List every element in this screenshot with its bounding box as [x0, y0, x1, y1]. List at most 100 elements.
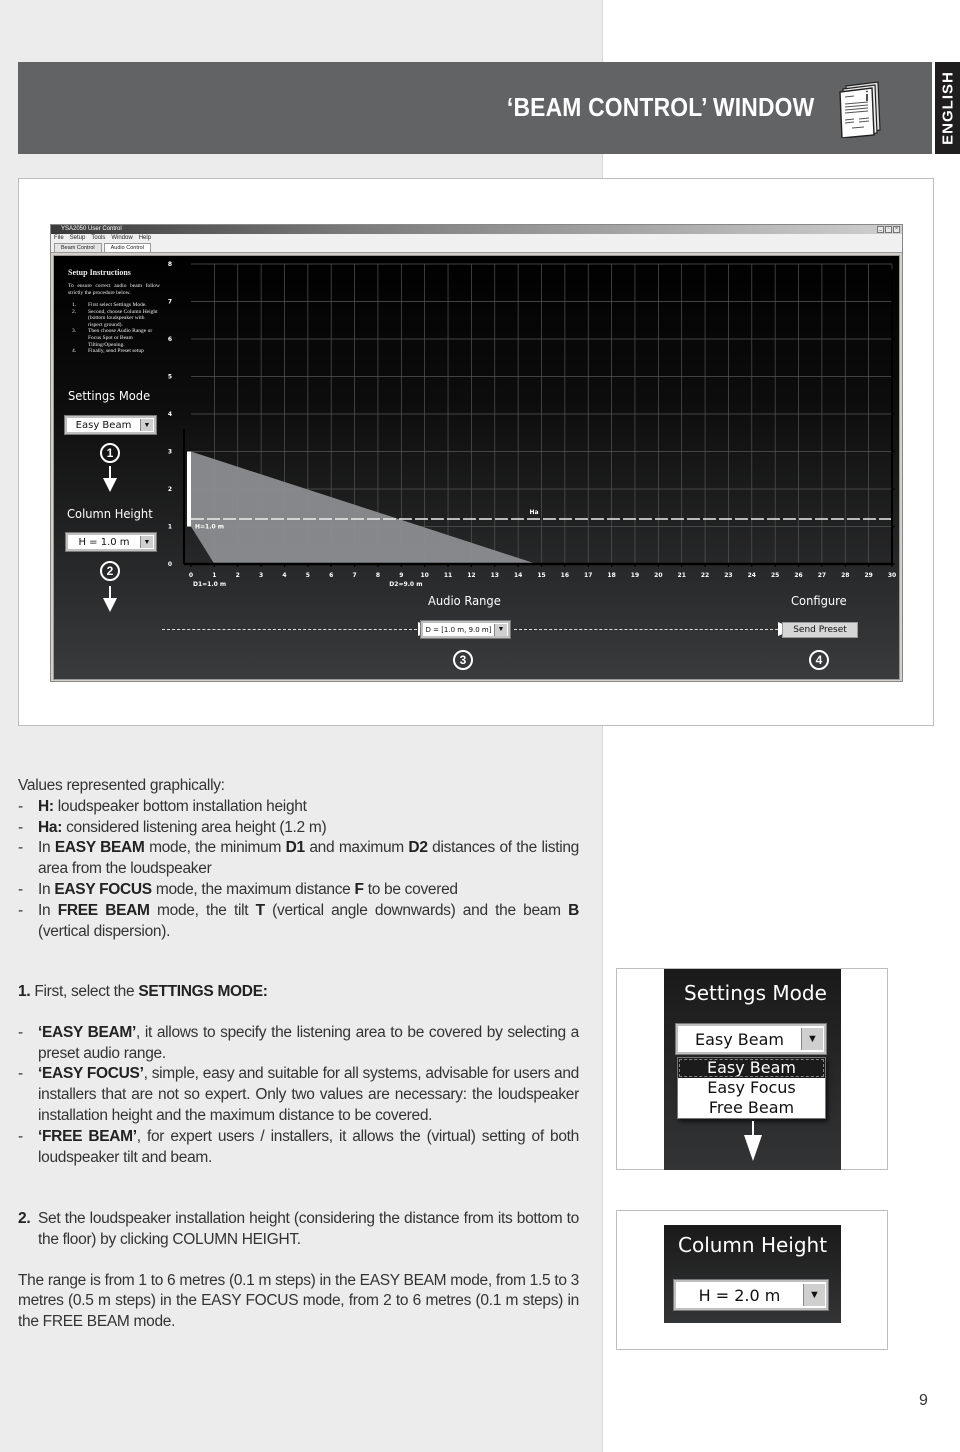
- menu-bar: File Setup Tools Window Help: [51, 234, 902, 243]
- configure-label: Configure: [791, 593, 847, 608]
- tab-bar: Beam Control Audio Control: [51, 243, 902, 253]
- step-2-section: 2. Set the loudspeaker installation heig…: [18, 1209, 579, 1333]
- y-tick-label-left: 3: [168, 449, 172, 456]
- audio-range-value: D = [1.0 m, 9.0 m]: [425, 625, 492, 634]
- flow-connector: [162, 629, 417, 630]
- setup-steps: 1. First select Settings Mode. 2. Second, …: [68, 302, 160, 355]
- x-tick-label: 16: [561, 572, 569, 579]
- step-1-heading: 1. First, select the SETTINGS MODE:: [18, 983, 268, 1000]
- setup-intro: To ensure correct audio beam follow stri…: [68, 283, 160, 296]
- x-tick-label: 15: [537, 572, 545, 579]
- menu-help[interactable]: Help: [139, 234, 151, 243]
- settings-mode-label: Settings Mode: [68, 388, 151, 403]
- chevron-down-icon[interactable]: ▼: [140, 536, 153, 548]
- x-tick-label: 20: [654, 572, 662, 579]
- x-tick-label: 7: [352, 572, 356, 579]
- x-tick-label: 17: [584, 572, 592, 579]
- list-item: - H: loudspeaker bottom installation heig…: [18, 797, 307, 815]
- x-tick-label: 22: [701, 572, 709, 579]
- inset-column-height-value: H = 2.0 m: [698, 1285, 781, 1305]
- x-tick-label: 8: [376, 572, 380, 579]
- option-easy-beam[interactable]: Easy Beam: [678, 1058, 825, 1078]
- step-2-badge: 2: [100, 561, 120, 581]
- x-tick-label: 14: [514, 572, 522, 579]
- setup-step: 4. Finally, send Preset setup: [72, 348, 144, 355]
- inset-column-height-select[interactable]: H = 2.0 m ▼: [673, 1279, 829, 1311]
- chevron-down-icon[interactable]: ▼: [801, 1028, 823, 1050]
- arrow-down-icon: [103, 466, 117, 492]
- y-tick-label-left: 0: [168, 561, 172, 568]
- step-3-badge: 3: [453, 650, 473, 670]
- tab-audio-control[interactable]: Audio Control: [103, 243, 151, 252]
- menu-file[interactable]: File: [54, 234, 64, 243]
- minimize-button[interactable]: _: [877, 226, 884, 233]
- settings-mode-options: Easy Beam Easy Focus Free Beam: [677, 1057, 826, 1119]
- setup-instructions-title: Setup Instructions: [68, 268, 131, 277]
- x-tick-label: 10: [420, 572, 428, 579]
- page-number: 9: [919, 1392, 928, 1409]
- x-tick-label: 29: [864, 572, 872, 579]
- list-item: - In EASY BEAM mode, the minimum D1 and m…: [18, 839, 579, 878]
- language-tab: ENGLISH: [935, 62, 960, 154]
- step-1-section: 1. First, select the SETTINGS MODE: - ‘EA…: [18, 982, 579, 1168]
- list-item: - Ha: considered listening area height (1…: [18, 818, 327, 836]
- ha-annotation: Ha: [530, 509, 539, 516]
- setup-step: 3. Then choose Audio Range or Focus Spot …: [72, 328, 153, 348]
- x-tick-label: 3: [259, 572, 263, 579]
- column-height-select[interactable]: H = 1.0 m ▼: [65, 532, 157, 552]
- y-tick-label-left: 7: [168, 299, 172, 306]
- values-intro: Values represented graphically:: [18, 777, 225, 794]
- x-tick-label: 1: [212, 572, 216, 579]
- x-tick-label: 28: [841, 572, 849, 579]
- settings-mode-select[interactable]: Easy Beam ▼: [64, 415, 157, 435]
- setup-instructions: Setup Instructions To ensure correct aud…: [68, 268, 160, 355]
- close-button[interactable]: ×: [893, 226, 900, 233]
- inset-settings-mode-select[interactable]: Easy Beam ▼: [675, 1023, 827, 1055]
- range-paragraph: The range is from 1 to 6 metres (0.1 m s…: [18, 1271, 579, 1331]
- tab-beam-control[interactable]: Beam Control: [54, 243, 102, 252]
- y-tick-label-left: 4: [168, 411, 172, 418]
- audio-range-select[interactable]: D = [1.0 m, 9.0 m] ▼: [420, 620, 511, 639]
- height-annotation: H=1.0 m: [195, 524, 224, 531]
- chevron-down-icon[interactable]: ▼: [494, 623, 507, 636]
- x-tick-label: 13: [491, 572, 499, 579]
- step-2-heading: 2. Set the loudspeaker installation heig…: [18, 1210, 579, 1248]
- settings-mode-value: Easy Beam: [75, 419, 132, 431]
- send-preset-button[interactable]: Send Preset: [782, 622, 858, 638]
- x-tick-label: 24: [748, 572, 756, 579]
- inset-column-height-label: Column Height: [678, 1233, 828, 1257]
- manual-book-icon: [839, 81, 881, 138]
- chevron-down-icon[interactable]: ▼: [140, 419, 153, 431]
- menu-tools[interactable]: Tools: [91, 234, 105, 243]
- d2-annotation: D2=9.0 m: [389, 581, 422, 588]
- step-1-badge: 1: [100, 443, 120, 463]
- option-free-beam[interactable]: Free Beam: [678, 1098, 825, 1118]
- x-tick-label: 2: [236, 572, 240, 579]
- x-tick-label: 25: [771, 572, 779, 579]
- column-height-label: Column Height: [67, 506, 153, 521]
- restore-button[interactable]: ▫: [885, 226, 892, 233]
- beam-coverage-area: [191, 451, 537, 564]
- x-tick-label: 0: [189, 572, 193, 579]
- x-tick-label: 4: [282, 572, 286, 579]
- window-title: YSA2050 User Control: [61, 226, 122, 232]
- y-tick-label-left: 2: [168, 486, 172, 493]
- list-item: - ‘EASY BEAM’, it allows to specify the l…: [18, 1023, 579, 1062]
- menu-setup[interactable]: Setup: [70, 234, 86, 243]
- y-tick-label-left: 1: [168, 524, 172, 531]
- option-easy-focus[interactable]: Easy Focus: [678, 1078, 825, 1098]
- settings-mode-inset-panel: Settings Mode Easy Beam ▼ Easy Beam Easy…: [664, 969, 841, 1170]
- y-tick-label-left: 5: [168, 374, 172, 381]
- menu-window[interactable]: Window: [111, 234, 132, 243]
- list-item: - ‘FREE BEAM’, for expert users / install…: [18, 1127, 579, 1166]
- arrow-down-icon: [744, 1121, 762, 1161]
- column-height-value: H = 1.0 m: [78, 536, 130, 548]
- y-tick-label-left: 8: [168, 261, 172, 268]
- chevron-down-icon[interactable]: ▼: [803, 1284, 825, 1306]
- inset-settings-mode-label: Settings Mode: [684, 981, 827, 1005]
- x-tick-label: 30: [888, 572, 896, 579]
- page-title: ‘BEAM CONTROL’ WINDOW: [506, 92, 814, 122]
- x-tick-label: 12: [467, 572, 475, 579]
- x-tick-label: 23: [724, 572, 732, 579]
- values-section: Values represented graphically: - H: loud…: [18, 776, 579, 942]
